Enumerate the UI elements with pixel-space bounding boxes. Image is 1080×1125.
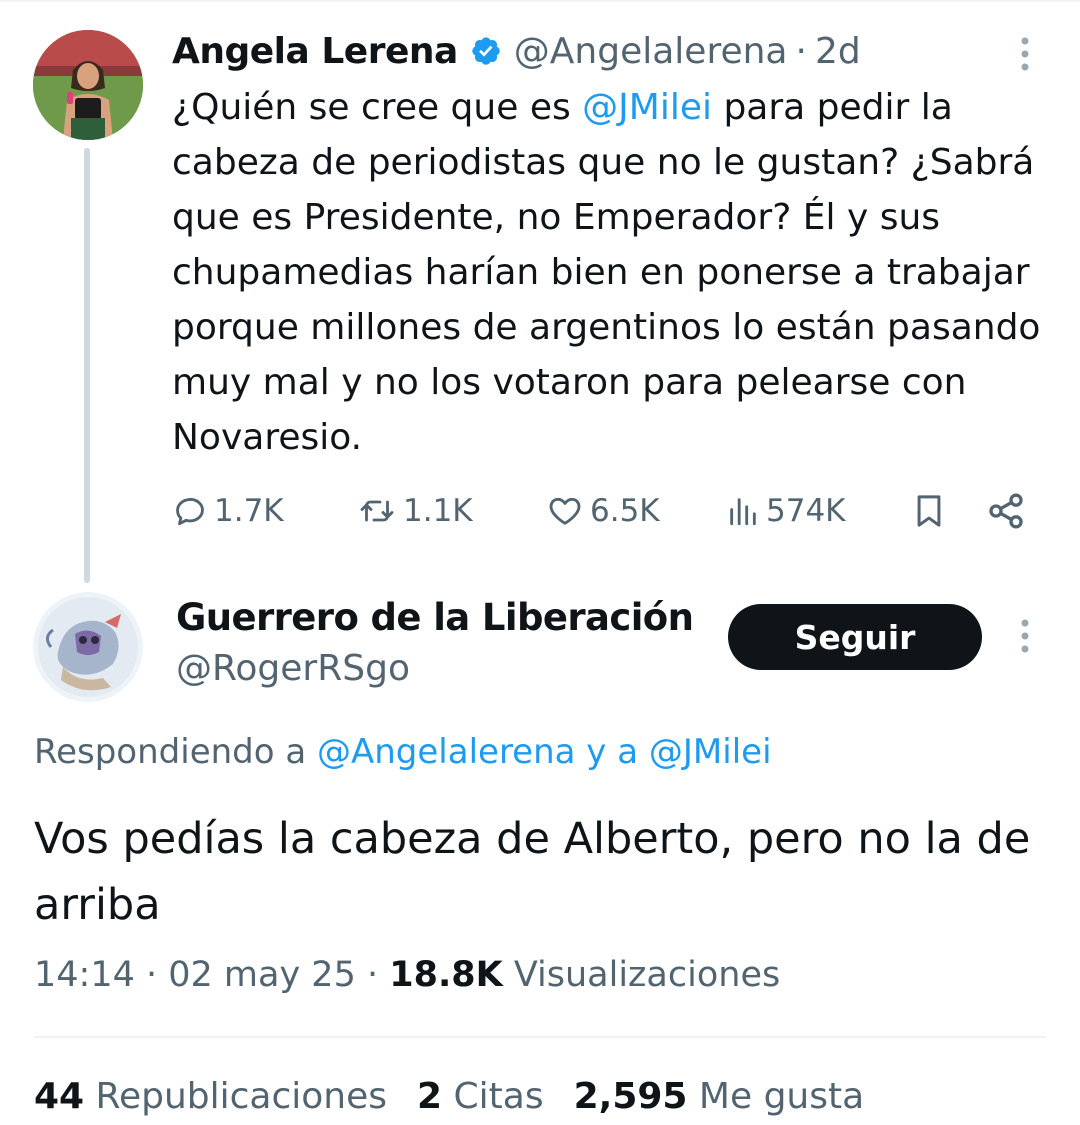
likes-label: Me gusta xyxy=(687,1076,865,1117)
quotes-stat[interactable]: 2 Citas xyxy=(417,1076,544,1117)
tweet-meta-line: 14:14 · 02 may 25 · 18.8K Visualizacione… xyxy=(34,955,780,995)
quotes-count: 2 xyxy=(417,1076,443,1117)
reply-action[interactable]: 1.7K xyxy=(172,486,284,536)
more-icon[interactable] xyxy=(1014,36,1036,72)
replying-prefix: Respondiendo a xyxy=(34,732,317,772)
likes-count: 2,595 xyxy=(573,1076,688,1117)
top-divider xyxy=(0,0,1080,2)
author-name[interactable]: Angela Lerena xyxy=(172,31,458,72)
reply-tweet-text: Vos pedías la cabeza de Alberto, pero no… xyxy=(34,814,1031,930)
quotes-label: Citas xyxy=(442,1076,544,1117)
like-action[interactable]: 6.5K xyxy=(546,486,660,536)
tweet-time[interactable]: 2d xyxy=(815,31,861,72)
avatar-angela-lerena[interactable] xyxy=(33,30,143,140)
meta-separator: · xyxy=(355,955,390,995)
repost-count: 1.1K xyxy=(403,493,473,529)
follow-button[interactable]: Seguir xyxy=(728,604,982,670)
reply-icon xyxy=(172,493,208,529)
engagement-stats: 44 Republicaciones 2 Citas 2,595 Me gusta xyxy=(34,1076,864,1117)
mention-link[interactable]: @JMilei xyxy=(582,87,712,128)
reposts-count: 44 xyxy=(34,1076,85,1117)
verified-badge-icon xyxy=(470,35,502,67)
reply-author-name[interactable]: Guerrero de la Liberación xyxy=(176,596,694,639)
views-count: 574K xyxy=(766,493,846,529)
replying-user-link[interactable]: @JMilei xyxy=(649,732,772,772)
views-action[interactable]: 574K xyxy=(726,486,846,536)
tweet-date[interactable]: 02 may 25 xyxy=(168,955,356,995)
like-icon xyxy=(546,493,584,529)
parent-tweet-header: Angela Lerena @Angelalerena · 2d xyxy=(172,26,861,76)
author-handle[interactable]: @Angelalerena xyxy=(514,31,788,72)
likes-stat[interactable]: 2,595 Me gusta xyxy=(574,1076,865,1117)
repost-action[interactable]: 1.1K xyxy=(357,486,473,536)
more-icon[interactable] xyxy=(1014,618,1036,654)
views-total: 18.8K xyxy=(389,955,503,995)
reposts-stat[interactable]: 44 Republicaciones xyxy=(34,1076,387,1117)
tweet-text-part: ¿Quién se cree que es xyxy=(172,87,583,128)
reply-count: 1.7K xyxy=(214,493,284,529)
views-icon xyxy=(726,493,760,529)
stats-divider xyxy=(34,1036,1046,1038)
reply-author-handle[interactable]: @RogerRSgo xyxy=(176,648,410,689)
bookmark-icon[interactable] xyxy=(912,486,946,536)
parent-tweet-actions: 1.7K 1.1K 6.5K 574K xyxy=(172,486,1032,536)
parent-tweet-text: ¿Quién se cree que es @JMilei para pedir… xyxy=(172,80,1052,465)
tweet-time[interactable]: 14:14 xyxy=(34,955,135,995)
like-count: 6.5K xyxy=(590,493,660,529)
repost-icon xyxy=(357,493,397,529)
share-icon[interactable] xyxy=(986,486,1026,536)
replying-user-link[interactable]: @Angelalerena xyxy=(317,732,576,772)
separator-dot: · xyxy=(795,30,807,72)
thread-connector-line xyxy=(84,148,90,583)
meta-separator: · xyxy=(134,955,169,995)
tweet-text-part: para pedir la cabeza de periodistas que … xyxy=(172,87,1041,458)
views-label: Visualizaciones xyxy=(502,955,781,995)
avatar-guerrero[interactable] xyxy=(33,592,143,702)
replying-to-line: Respondiendo a @Angelalerena y a @JMilei xyxy=(34,732,772,772)
replying-conjunction: y a xyxy=(575,732,649,772)
reposts-label: Republicaciones xyxy=(84,1076,388,1117)
